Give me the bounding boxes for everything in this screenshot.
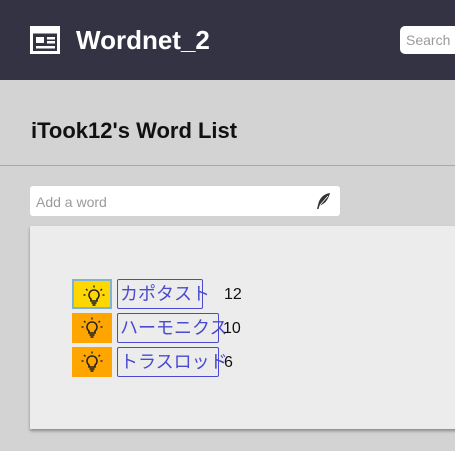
page-title: iTook12's Word List: [31, 118, 238, 143]
newspaper-icon[interactable]: [30, 26, 60, 54]
lightbulb-icon: [83, 285, 105, 306]
lightbulb-icon: [81, 351, 103, 372]
add-word-input[interactable]: Add a word: [30, 186, 340, 216]
word-count: 6: [224, 354, 233, 371]
app-title[interactable]: Wordnet_2: [76, 25, 210, 56]
lightbulb-icon: [81, 317, 103, 338]
word-link[interactable]: カポタスト: [117, 279, 210, 309]
word-count: 10: [223, 320, 241, 337]
word-link[interactable]: ハーモニクス: [117, 313, 227, 343]
lightbulb-button[interactable]: [72, 279, 112, 309]
feather-icon[interactable]: [314, 192, 332, 210]
search-input[interactable]: Search: [400, 26, 455, 54]
add-word-placeholder: Add a word: [36, 194, 107, 210]
word-count: 12: [224, 286, 242, 303]
lightbulb-button[interactable]: [72, 313, 112, 343]
word-list-panel: カポタスト 12 ハーモニクス 10 トラスロッド 6: [30, 226, 455, 429]
lightbulb-button[interactable]: [72, 347, 112, 377]
top-navbar: Wordnet_2 Search: [0, 0, 455, 80]
word-link[interactable]: トラスロッド: [117, 347, 228, 377]
divider: [0, 165, 455, 166]
